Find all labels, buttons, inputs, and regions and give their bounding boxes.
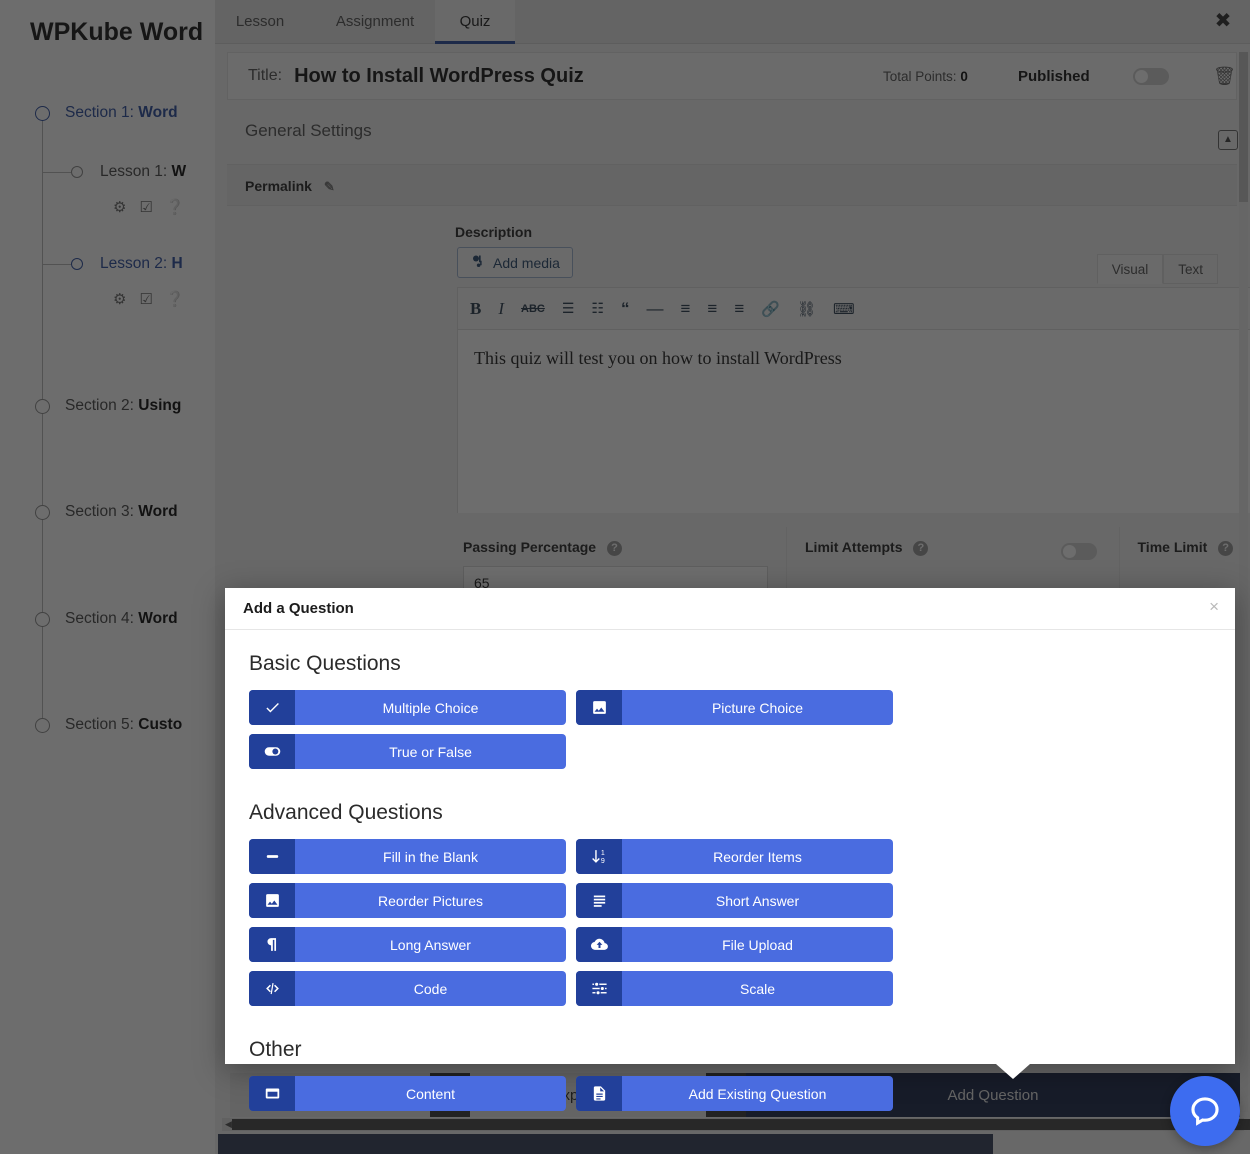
image-icon bbox=[576, 690, 622, 725]
modal-title: Add a Question bbox=[243, 600, 354, 617]
question-type-content[interactable]: Content bbox=[249, 1076, 566, 1111]
question-type-multiple-choice[interactable]: Multiple Choice bbox=[249, 690, 566, 725]
question-type-label: Add Existing Question bbox=[688, 1085, 827, 1102]
image-icon bbox=[249, 883, 295, 918]
question-type-label: Long Answer bbox=[390, 936, 471, 953]
question-type-true-or-false[interactable]: True or False bbox=[249, 734, 566, 769]
modal-pointer-arrow bbox=[996, 1064, 1030, 1079]
toggle-icon bbox=[249, 734, 295, 769]
question-type-fill-in-the-blank[interactable]: Fill in the Blank bbox=[249, 839, 566, 874]
modal-header: Add a Question × bbox=[225, 588, 1235, 630]
section-heading-basic: Basic Questions bbox=[249, 652, 401, 675]
screen: WPKube Word Section 1: Word Lesson 1: W … bbox=[0, 0, 1250, 1154]
basic-questions-grid: Multiple Choice Picture Choice True or F… bbox=[249, 690, 1211, 769]
help-beacon-button[interactable] bbox=[1170, 1076, 1240, 1146]
code-icon bbox=[249, 971, 295, 1006]
sort-numeric-icon: 19 bbox=[576, 839, 622, 874]
svg-text:9: 9 bbox=[600, 857, 604, 865]
question-type-label: Reorder Pictures bbox=[377, 892, 484, 909]
question-type-long-answer[interactable]: Long Answer bbox=[249, 927, 566, 962]
window-icon bbox=[249, 1076, 295, 1111]
document-icon bbox=[576, 1076, 622, 1111]
question-type-label: Content bbox=[405, 1085, 456, 1102]
chat-bubble-icon bbox=[1191, 1097, 1219, 1126]
question-type-picture-choice[interactable]: Picture Choice bbox=[576, 690, 893, 725]
modal-body: Basic Questions Multiple Choice Picture … bbox=[225, 630, 1235, 1121]
question-type-scale[interactable]: Scale bbox=[576, 971, 893, 1006]
question-type-label: Reorder Items bbox=[713, 848, 802, 865]
close-icon[interactable]: × bbox=[1209, 597, 1219, 617]
question-type-code[interactable]: Code bbox=[249, 971, 566, 1006]
section-heading-other: Other bbox=[249, 1038, 302, 1061]
question-type-reorder-items[interactable]: 19 Reorder Items bbox=[576, 839, 893, 874]
other-questions-grid: Content Add Existing Question bbox=[249, 1076, 1211, 1111]
lines-icon bbox=[576, 883, 622, 918]
question-type-file-upload[interactable]: File Upload bbox=[576, 927, 893, 962]
add-question-modal: Add a Question × Basic Questions Multipl… bbox=[225, 588, 1235, 1111]
question-type-add-existing-question[interactable]: Add Existing Question bbox=[576, 1076, 893, 1111]
question-type-label: True or False bbox=[389, 743, 472, 760]
svg-text:1: 1 bbox=[600, 849, 604, 857]
check-icon bbox=[249, 690, 295, 725]
paragraph-icon bbox=[249, 927, 295, 962]
question-type-label: Code bbox=[413, 980, 448, 997]
question-type-label: Multiple Choice bbox=[382, 699, 479, 716]
advanced-questions-grid: Fill in the Blank 19 Reorder Items Reord… bbox=[249, 839, 1211, 1006]
question-type-reorder-pictures[interactable]: Reorder Pictures bbox=[249, 883, 566, 918]
cloud-upload-icon bbox=[576, 927, 622, 962]
sliders-icon bbox=[576, 971, 622, 1006]
blank-icon bbox=[249, 839, 295, 874]
question-type-label: Short Answer bbox=[715, 892, 800, 909]
question-type-label: File Upload bbox=[722, 936, 793, 953]
question-type-short-answer[interactable]: Short Answer bbox=[576, 883, 893, 918]
question-type-label: Scale bbox=[739, 980, 776, 997]
section-heading-advanced: Advanced Questions bbox=[249, 801, 443, 824]
question-type-label: Fill in the Blank bbox=[383, 848, 478, 865]
question-type-label: Picture Choice bbox=[711, 699, 804, 716]
